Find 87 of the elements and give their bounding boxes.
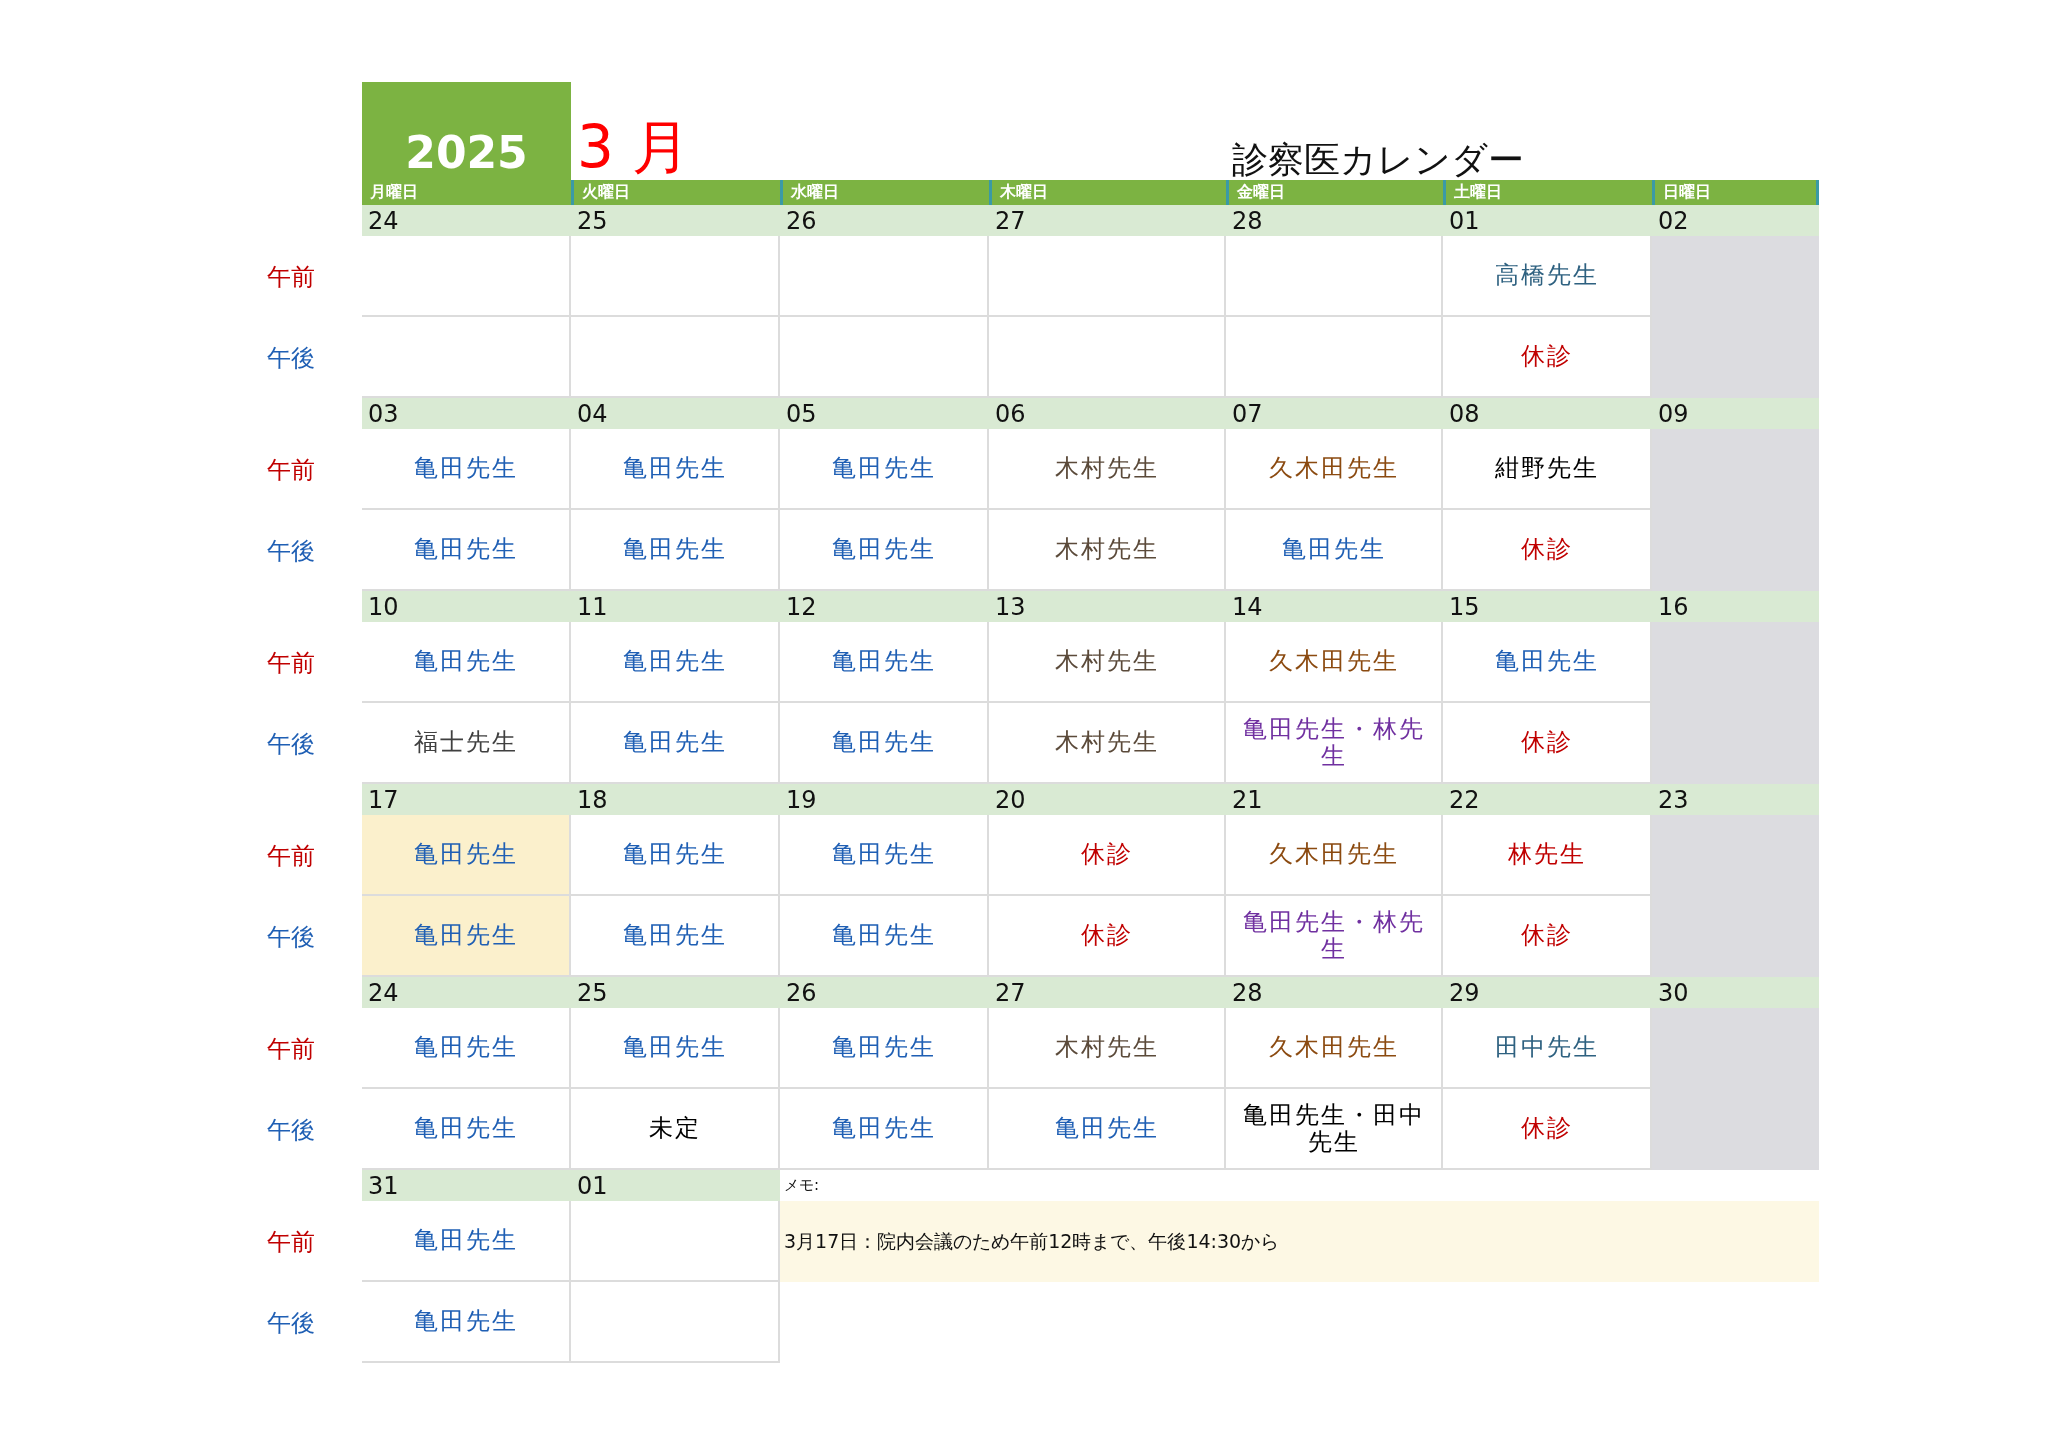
date-cell: 17 — [362, 784, 571, 815]
date-cell: 20 — [989, 784, 1226, 815]
date-cell: 31 — [362, 1170, 571, 1201]
morning-label: 午前 — [266, 840, 316, 872]
morning-label: 午前 — [266, 1033, 316, 1065]
doctor-cell: 亀田先生 — [571, 1008, 780, 1089]
doctor-cell: 亀田先生 — [571, 622, 780, 703]
doctor-cell: 亀田先生 — [780, 815, 989, 896]
doctor-cell: 亀田先生 — [362, 1282, 571, 1363]
date-cell: 24 — [362, 205, 571, 236]
doctor-cell: 亀田先生 — [780, 1089, 989, 1170]
date-cell: 14 — [1226, 591, 1443, 622]
doctor-cell: 亀田先生・田中先生 — [1226, 1089, 1443, 1170]
month-title: 3 月 — [576, 118, 692, 180]
doctor-cell: 亀田先生 — [989, 1089, 1226, 1170]
date-cell: 19 — [780, 784, 989, 815]
afternoon-label: 午後 — [266, 921, 316, 953]
doctor-cell: 久木田先生 — [1226, 1008, 1443, 1089]
date-cell: 27 — [989, 205, 1226, 236]
calendar-title: 診察医カレンダー — [1231, 140, 1525, 180]
doctor-cell: 亀田先生 — [780, 1008, 989, 1089]
doctor-cell: 亀田先生 — [571, 429, 780, 510]
weekday-header: 土曜日 — [1443, 180, 1652, 205]
date-cell: 28 — [1226, 977, 1443, 1008]
weekday-header: 水曜日 — [780, 180, 989, 205]
date-cell: 04 — [571, 398, 780, 429]
date-cell: 13 — [989, 591, 1226, 622]
afternoon-label: 午後 — [266, 342, 316, 374]
date-cell: 02 — [1652, 205, 1819, 236]
date-cell: 29 — [1443, 977, 1652, 1008]
date-cell: 26 — [780, 205, 989, 236]
afternoon-label: 午後 — [266, 1114, 316, 1146]
afternoon-label: 午後 — [266, 728, 316, 760]
date-cell: 23 — [1652, 784, 1819, 815]
afternoon-label: 午後 — [266, 535, 316, 567]
date-cell: 27 — [989, 977, 1226, 1008]
doctor-cell: 木村先生 — [989, 429, 1226, 510]
date-cell: 03 — [362, 398, 571, 429]
doctor-cell: 亀田先生 — [362, 622, 571, 703]
doctor-cell: 亀田先生 — [362, 815, 571, 896]
doctor-cell: 亀田先生 — [780, 429, 989, 510]
morning-label: 午前 — [266, 261, 316, 293]
date-cell: 30 — [1652, 977, 1819, 1008]
doctor-cell: 亀田先生 — [362, 1201, 571, 1282]
date-cell: 08 — [1443, 398, 1652, 429]
date-cell: 16 — [1652, 591, 1819, 622]
morning-label: 午前 — [266, 647, 316, 679]
doctor-cell: 亀田先生 — [780, 622, 989, 703]
afternoon-label: 午後 — [266, 1307, 316, 1339]
date-cell: 10 — [362, 591, 571, 622]
memo-label: メモ: — [783, 1175, 821, 1196]
year-label: 2025 — [362, 82, 571, 180]
doctor-cell: 久木田先生 — [1226, 622, 1443, 703]
doctor-cell: 木村先生 — [989, 1008, 1226, 1089]
weekday-header: 木曜日 — [989, 180, 1226, 205]
date-cell: 06 — [989, 398, 1226, 429]
weekday-header: 金曜日 — [1226, 180, 1443, 205]
date-cell: 11 — [571, 591, 780, 622]
date-cell: 25 — [571, 977, 780, 1008]
date-cell: 24 — [362, 977, 571, 1008]
doctor-cell: 休診 — [989, 815, 1226, 896]
date-cell: 09 — [1652, 398, 1819, 429]
date-cell: 21 — [1226, 784, 1443, 815]
date-cell: 15 — [1443, 591, 1652, 622]
morning-label: 午前 — [266, 454, 316, 486]
weekday-header: 火曜日 — [571, 180, 780, 205]
doctor-cell: 久木田先生 — [1226, 815, 1443, 896]
date-cell: 22 — [1443, 784, 1652, 815]
doctor-cell: 久木田先生 — [1226, 429, 1443, 510]
doctor-cell: 木村先生 — [989, 622, 1226, 703]
date-cell: 01 — [571, 1170, 780, 1201]
morning-label: 午前 — [266, 1226, 316, 1258]
date-cell: 12 — [780, 591, 989, 622]
doctor-cell: 亀田先生 — [362, 896, 571, 977]
date-cell: 18 — [571, 784, 780, 815]
weekday-header: 月曜日 — [362, 180, 571, 205]
date-cell: 07 — [1226, 398, 1443, 429]
doctor-cell: 亀田先生 — [362, 1008, 571, 1089]
memo-note: 3月17日：院内会議のため午前12時まで、午後14:30から — [780, 1201, 1819, 1282]
date-cell: 01 — [1443, 205, 1652, 236]
doctor-cell: 亀田先生 — [362, 429, 571, 510]
date-cell: 25 — [571, 205, 780, 236]
weekday-header: 日曜日 — [1652, 180, 1819, 205]
date-cell: 28 — [1226, 205, 1443, 236]
doctor-cell: 亀田先生 — [571, 815, 780, 896]
date-cell: 05 — [780, 398, 989, 429]
date-cell: 26 — [780, 977, 989, 1008]
